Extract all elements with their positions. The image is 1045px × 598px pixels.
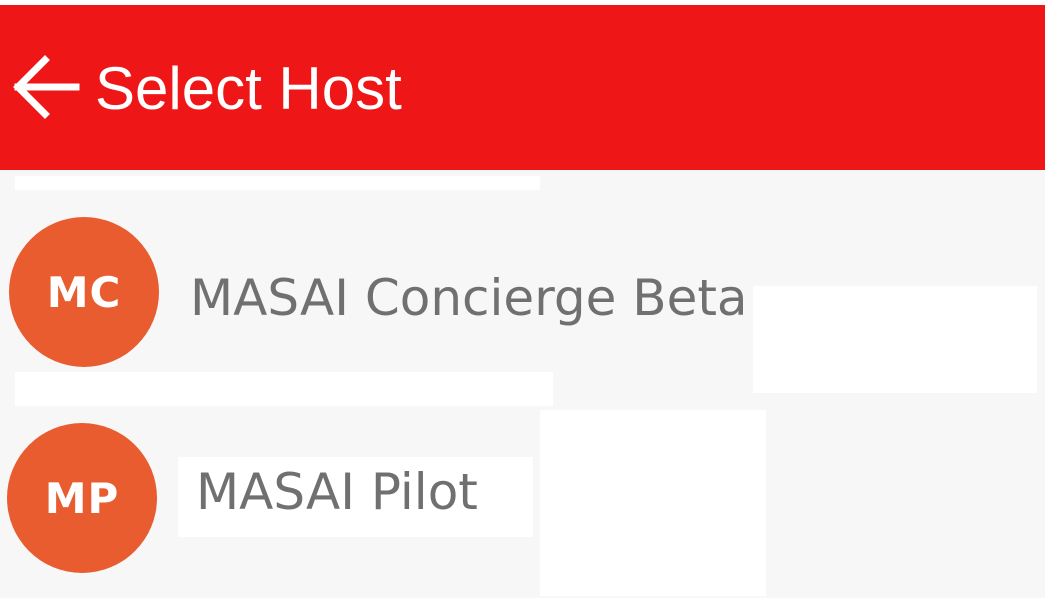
host-name: MASAI Pilot xyxy=(196,463,478,521)
avatar-initials: MP xyxy=(44,473,120,523)
app-bar: Select Host xyxy=(0,5,1045,170)
avatar-initials: MC xyxy=(46,267,122,317)
host-row[interactable]: MP MASAI Pilot xyxy=(0,410,1045,598)
divider-patch xyxy=(15,176,540,190)
host-name: MASAI Concierge Beta xyxy=(190,269,748,327)
select-host-screen: Select Host MC MASAI Concierge Beta MP M… xyxy=(0,0,1045,598)
white-patch xyxy=(15,372,553,406)
arrow-left-icon xyxy=(12,53,80,125)
avatar: MC xyxy=(9,217,159,367)
avatar: MP xyxy=(7,423,157,573)
host-row[interactable]: MC MASAI Concierge Beta xyxy=(0,200,1045,375)
back-button[interactable] xyxy=(12,55,80,123)
page-title: Select Host xyxy=(95,55,402,122)
